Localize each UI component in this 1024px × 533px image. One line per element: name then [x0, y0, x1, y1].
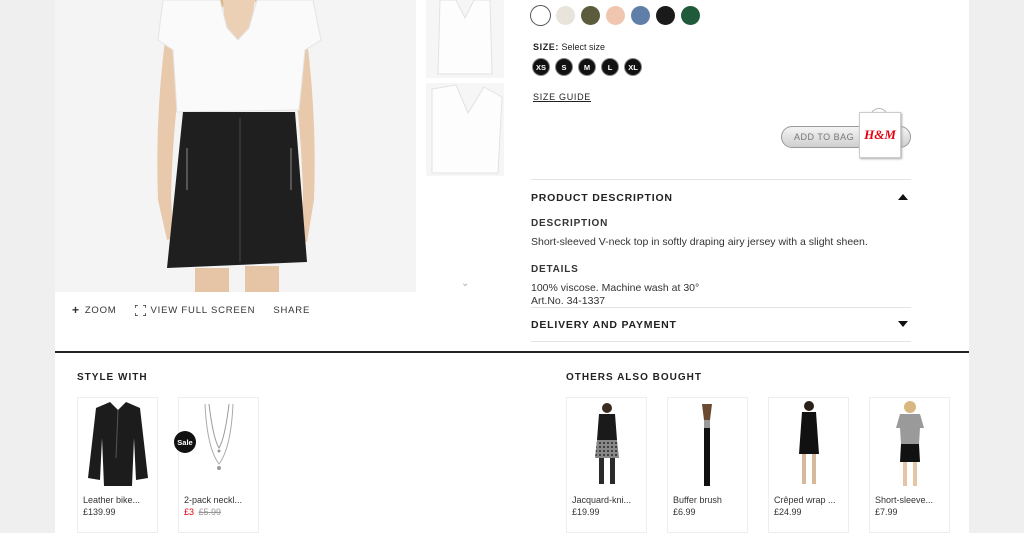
product-name: Leather bike...: [83, 495, 141, 505]
style-with-item-1[interactable]: Leather bike... £139.99: [77, 397, 158, 533]
swatch-pink[interactable]: [606, 6, 625, 25]
swatch-black[interactable]: [656, 6, 675, 25]
shopping-bag-icon[interactable]: H&M: [859, 112, 901, 158]
hm-logo: H&M: [864, 127, 896, 142]
product-image: [668, 398, 747, 490]
product-price: £139.99: [83, 507, 116, 517]
plus-icon: +: [72, 303, 80, 317]
zoom-label: ZOOM: [84, 304, 117, 316]
swatch-blue[interactable]: [631, 6, 650, 25]
product-name: 2-pack neckl...: [184, 495, 243, 505]
product-description-toggle[interactable]: PRODUCT DESCRIPTION: [531, 192, 911, 204]
delivery-payment-toggle[interactable]: DELIVERY AND PAYMENT: [531, 319, 911, 331]
thumbnail-1[interactable]: [426, 0, 504, 78]
others-bought-item-3[interactable]: Crêped wrap ... £24.99: [768, 397, 849, 533]
others-bought-item-1[interactable]: Jacquard-kni... £19.99: [566, 397, 647, 533]
product-price: £7.99: [875, 507, 898, 517]
product-image: [78, 398, 157, 490]
swatch-khaki[interactable]: [581, 6, 600, 25]
product-name: Short-sleeve...: [875, 495, 934, 505]
size-xl-button[interactable]: XL: [624, 58, 642, 76]
divider: [531, 179, 911, 180]
swatch-cream[interactable]: [556, 6, 575, 25]
product-price: £6.99: [673, 507, 696, 517]
size-m-button[interactable]: M: [578, 58, 596, 76]
fullscreen-label: VIEW FULL SCREEN: [150, 304, 256, 316]
size-label-row: SIZE: Select size: [533, 42, 605, 52]
collapse-icon: [898, 194, 908, 200]
size-label: SIZE:: [533, 42, 560, 52]
product-name: Crêped wrap ...: [774, 495, 836, 505]
image-tools: + ZOOM VIEW FULL SCREEN SHARE: [72, 303, 310, 317]
fullscreen-button[interactable]: VIEW FULL SCREEN: [134, 303, 256, 317]
size-s-button[interactable]: S: [555, 58, 573, 76]
expand-icon: [898, 321, 908, 327]
swatch-green[interactable]: [681, 6, 700, 25]
divider: [531, 341, 911, 342]
delivery-payment-heading: DELIVERY AND PAYMENT: [531, 319, 677, 331]
share-label: SHARE: [273, 304, 311, 316]
product-image: [870, 398, 949, 490]
product-price: £24.99: [774, 507, 802, 517]
style-with-title: STYLE WITH: [77, 372, 148, 383]
size-placeholder: Select size: [561, 42, 606, 52]
others-bought-item-2[interactable]: Buffer brush £6.99: [667, 397, 748, 533]
section-rule: [55, 351, 969, 353]
size-options: XS S M L XL: [532, 58, 642, 76]
details-text: 100% viscose. Machine wash at 30°: [531, 282, 700, 294]
size-guide-link[interactable]: SIZE GUIDE: [533, 92, 591, 102]
thumbnail-2[interactable]: [426, 83, 504, 176]
divider: [531, 307, 911, 308]
product-price: £19.99: [572, 507, 600, 517]
fullscreen-icon: [134, 304, 146, 316]
product-description-heading: PRODUCT DESCRIPTION: [531, 192, 673, 204]
sale-price: £3: [184, 507, 195, 517]
swatch-white[interactable]: [531, 6, 550, 25]
thumbnail-scroll-down-icon[interactable]: ⌄: [461, 278, 469, 289]
article-number: Art.No. 34-1337: [531, 295, 606, 307]
product-image: [769, 398, 848, 490]
product-name: Jacquard-kni...: [572, 495, 632, 505]
description-text: Short-sleeved V-neck top in softly drapi…: [531, 236, 868, 248]
style-with-item-2[interactable]: Sale 2-pack neckl... £3 £5.99: [174, 397, 259, 533]
color-swatches: [531, 6, 700, 25]
sale-badge: Sale: [174, 431, 196, 453]
product-page: ⌄ + ZOOM VIEW FULL SCREEN SHARE SIZE: Se…: [55, 0, 969, 533]
size-l-button[interactable]: L: [601, 58, 619, 76]
description-heading: DESCRIPTION: [531, 218, 609, 229]
main-product-image[interactable]: [55, 0, 416, 292]
zoom-button[interactable]: + ZOOM: [72, 303, 117, 317]
size-xs-button[interactable]: XS: [532, 58, 550, 76]
product-image: [567, 398, 646, 490]
product-price: £3 £5.99: [184, 507, 221, 517]
others-bought-title: OTHERS ALSO BOUGHT: [566, 372, 702, 383]
product-name: Buffer brush: [673, 495, 722, 505]
share-button[interactable]: SHARE: [273, 303, 310, 317]
others-bought-item-4[interactable]: Short-sleeve... £7.99: [869, 397, 950, 533]
original-price: £5.99: [198, 507, 222, 517]
details-heading: DETAILS: [531, 264, 579, 275]
